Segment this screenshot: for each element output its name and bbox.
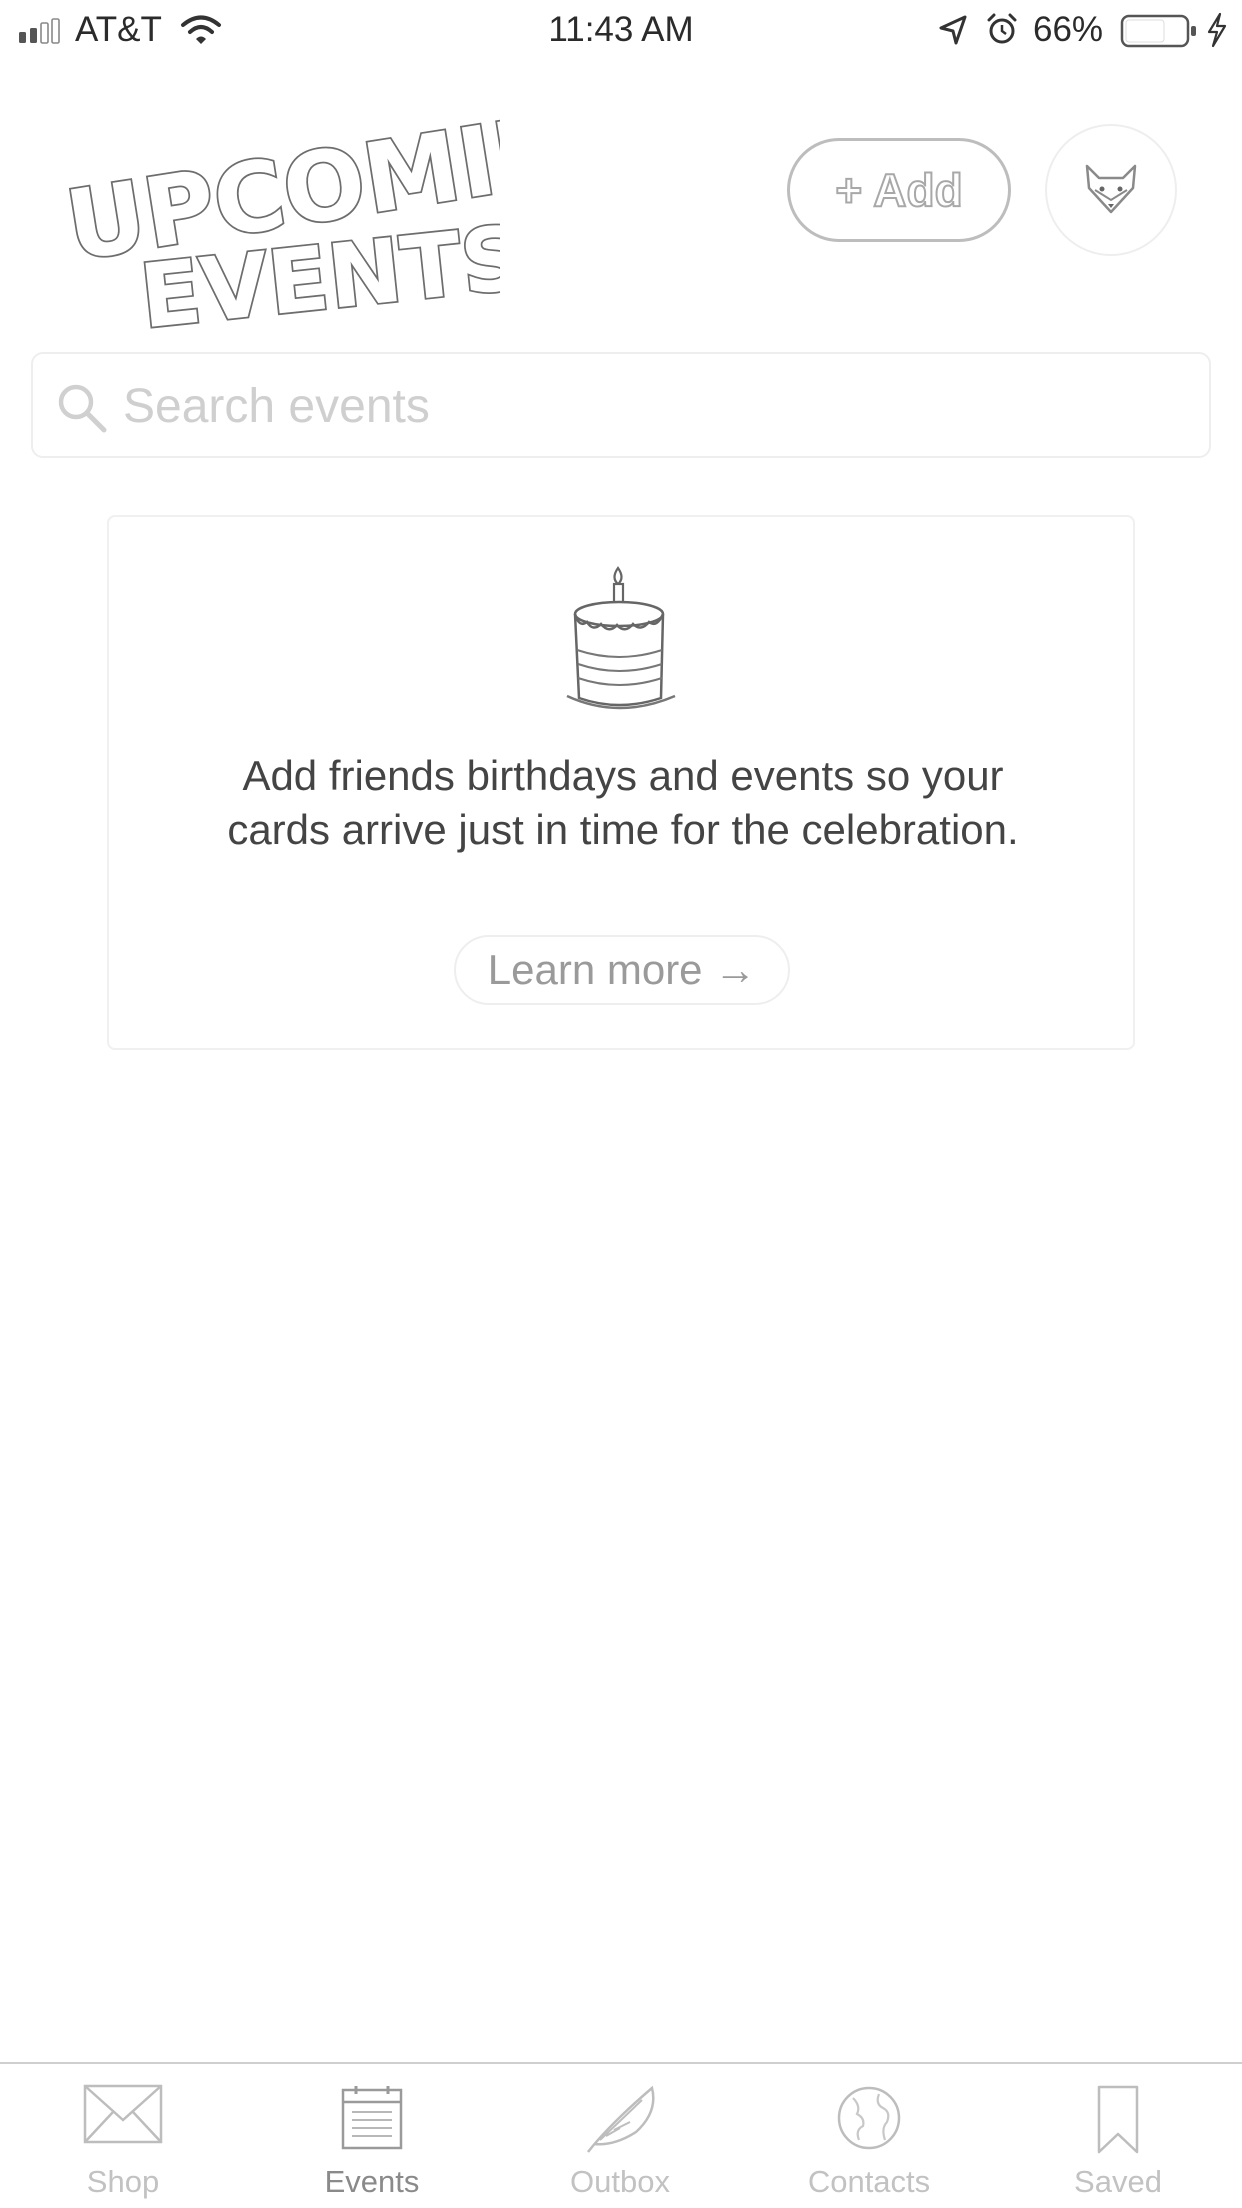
tab-label-outbox: Outbox: [570, 2164, 670, 2199]
status-bar: AT&T 11:43 AM 66%: [0, 0, 1242, 62]
learn-more-button[interactable]: Learn more →: [454, 935, 790, 1005]
search-icon: [58, 384, 107, 433]
search-bar[interactable]: [31, 352, 1211, 458]
battery-icon: [1120, 14, 1196, 48]
tab-events[interactable]: Events: [252, 2064, 492, 2208]
fox-icon: [1085, 164, 1137, 214]
battery-percent: 66%: [1033, 10, 1104, 49]
profile-avatar-button[interactable]: [1045, 124, 1177, 256]
tab-label-shop: Shop: [86, 2164, 160, 2199]
tab-contacts[interactable]: Contacts: [749, 2064, 989, 2208]
empty-state-message: Add friends birthdays and events so your…: [227, 752, 1019, 853]
globe-icon: [837, 2086, 901, 2150]
tab-bar: Shop Events Outbox Contacts Saved: [0, 2062, 1242, 2208]
tab-label-events: Events: [324, 2164, 420, 2199]
tab-label-contacts: Contacts: [807, 2164, 931, 2199]
bookmark-icon: [1097, 2085, 1139, 2154]
tab-label-saved: Saved: [1074, 2164, 1162, 2199]
cake-icon: [566, 566, 676, 710]
feather-icon: [587, 2085, 655, 2153]
tab-shop[interactable]: Shop: [3, 2064, 243, 2208]
charging-bolt-icon: [1207, 12, 1227, 48]
envelope-icon: [83, 2084, 163, 2144]
alarm-icon: [987, 13, 1017, 44]
empty-state-card: Add friends birthdays and events so your…: [107, 515, 1135, 1050]
tab-outbox[interactable]: Outbox: [500, 2064, 740, 2208]
add-event-button[interactable]: + Add: [787, 138, 1011, 242]
page-title: .bubble { font-family: "DejaVu Sans", sa…: [60, 90, 500, 330]
tab-saved[interactable]: Saved: [998, 2064, 1238, 2208]
location-arrow-icon: [939, 15, 967, 45]
calendar-icon: [341, 2086, 403, 2150]
search-input[interactable]: [121, 354, 1185, 458]
